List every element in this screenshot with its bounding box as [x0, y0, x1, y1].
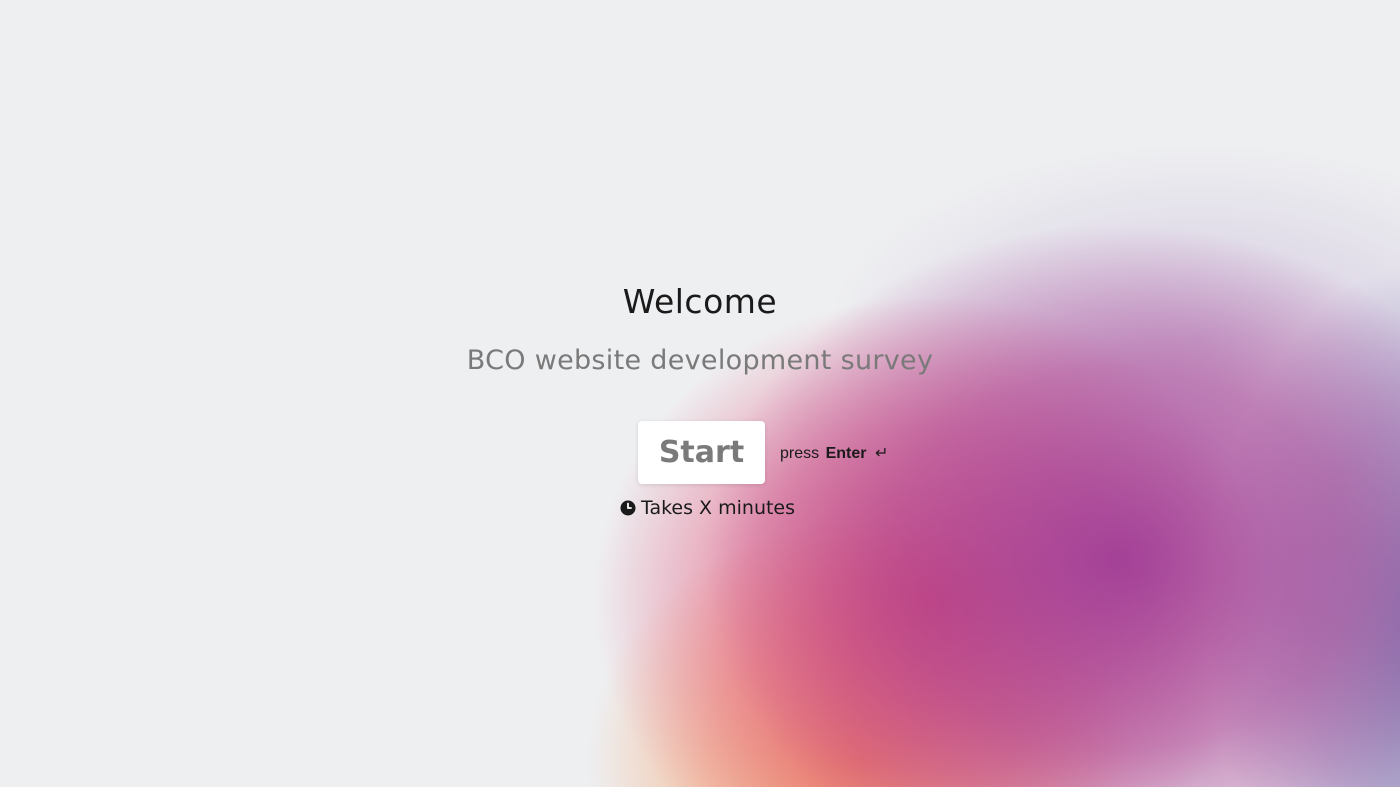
duration-info: Takes X minutes: [620, 496, 795, 520]
hint-prefix: press: [780, 445, 820, 462]
welcome-title: Welcome: [622, 282, 778, 321]
hint-key: Enter: [825, 445, 867, 462]
survey-subtitle: BCO website development survey: [466, 345, 934, 376]
duration-text: Takes X minutes: [641, 497, 796, 519]
start-button[interactable]: Start: [638, 421, 765, 484]
enter-key-hint: press Enter ↵: [780, 443, 888, 463]
enter-icon: ↵: [874, 445, 889, 462]
clock-icon: [620, 500, 636, 516]
welcome-screen: Welcome BCO website development survey S…: [0, 0, 1400, 787]
